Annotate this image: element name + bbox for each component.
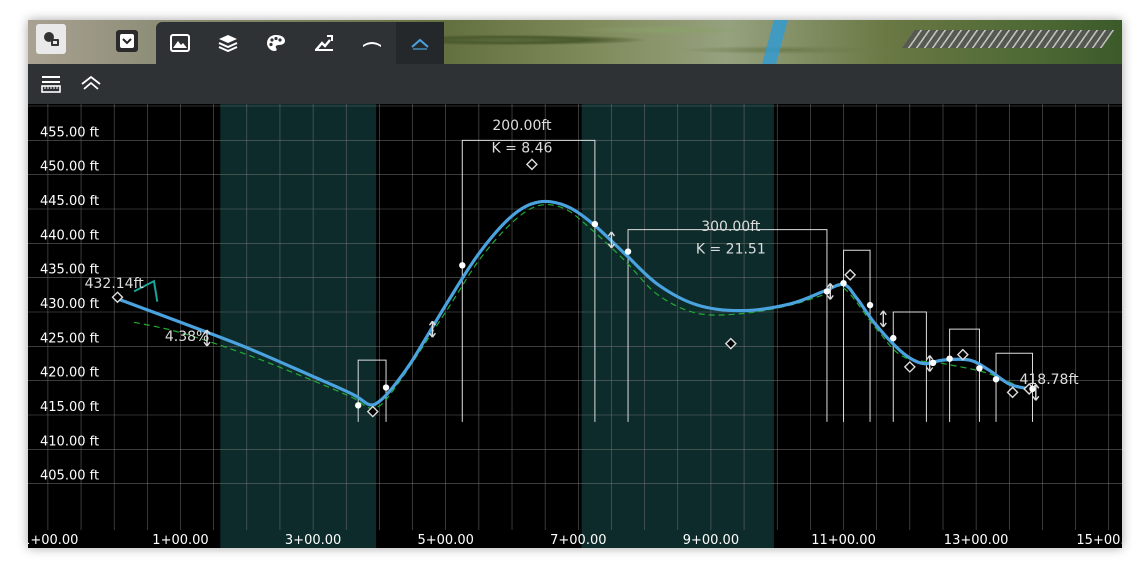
survey-tool-icon bbox=[315, 35, 333, 51]
tab-road-segment[interactable] bbox=[348, 22, 396, 64]
y-tick-label: 420.00 ft bbox=[40, 366, 99, 381]
profile-node[interactable] bbox=[992, 376, 1000, 383]
tab-palette[interactable] bbox=[252, 22, 300, 64]
x-tick-label: 9+00.00 bbox=[683, 533, 739, 548]
profile-annotation: 432.14ft bbox=[85, 276, 145, 292]
y-tick-label: 425.00 ft bbox=[40, 331, 99, 346]
y-tick-label: 455.00 ft bbox=[40, 125, 99, 140]
curve-bracket bbox=[949, 328, 980, 422]
profile-node[interactable] bbox=[624, 248, 632, 255]
profile-annotation: 200.00ft bbox=[492, 118, 552, 134]
profile-subtoolbar bbox=[28, 64, 1122, 104]
profile-node[interactable] bbox=[459, 262, 466, 269]
profile-node[interactable] bbox=[890, 334, 897, 342]
profile-node[interactable] bbox=[946, 355, 953, 362]
curve-bracket bbox=[461, 139, 596, 422]
profile-annotation: 418.78ft bbox=[1019, 372, 1079, 388]
app-window: 405.00 ft 410.00 ft 415.00 ft 420.00 ft 425.… bbox=[28, 20, 1122, 548]
tab-terrain[interactable] bbox=[156, 22, 204, 64]
x-tick-label: 7+00.00 bbox=[550, 533, 606, 548]
profile-node[interactable] bbox=[840, 279, 847, 287]
x-tick-label: 5+00.00 bbox=[418, 533, 474, 548]
x-tick-label: 15+00.00 bbox=[1076, 533, 1122, 548]
terrain-icon bbox=[170, 34, 190, 52]
y-tick-label: 430.00 ft bbox=[40, 297, 99, 312]
map-railway bbox=[901, 30, 1115, 48]
chevron-down-icon bbox=[120, 34, 134, 48]
profile-icon bbox=[411, 38, 429, 50]
y-tick-label: 415.00 ft bbox=[40, 400, 99, 415]
profile-node[interactable] bbox=[823, 288, 831, 295]
curve-band-0 bbox=[220, 104, 377, 548]
tab-survey-tool[interactable] bbox=[300, 22, 348, 64]
locate-button[interactable] bbox=[36, 24, 66, 54]
profile-node[interactable] bbox=[591, 220, 599, 228]
road-segment-icon bbox=[363, 42, 381, 47]
y-tick-label: 410.00 ft bbox=[40, 434, 99, 449]
offset-curves-icon bbox=[81, 75, 101, 90]
x-tick-label: 11+00.00 bbox=[811, 533, 876, 548]
profile-annotation: K = 21.51 bbox=[696, 242, 766, 258]
locate-icon bbox=[44, 32, 59, 46]
toolbar-tabs bbox=[156, 22, 444, 64]
profile-node[interactable] bbox=[976, 365, 983, 372]
pvi-vertex[interactable] bbox=[525, 158, 538, 171]
layers-icon bbox=[218, 35, 238, 52]
profile-chart[interactable]: 405.00 ft 410.00 ft 415.00 ft 420.00 ft 425.… bbox=[28, 104, 1122, 548]
pvi-vertex[interactable] bbox=[844, 268, 857, 281]
x-tick-label: 1+00.00 bbox=[152, 533, 208, 548]
profile-annotation: 4.38% bbox=[165, 329, 209, 345]
profile-node[interactable] bbox=[382, 384, 390, 391]
y-tick-label: 460.00 ft bbox=[40, 104, 99, 106]
tab-profile[interactable] bbox=[396, 22, 444, 64]
pvi-vertex[interactable] bbox=[903, 360, 916, 373]
palette-icon bbox=[267, 35, 285, 51]
section-view-button[interactable] bbox=[34, 67, 68, 101]
map-river bbox=[762, 20, 788, 64]
x-tick-label: 13+00.00 bbox=[944, 533, 1009, 548]
section-view-icon bbox=[41, 76, 61, 93]
profile-chart-svg[interactable]: 405.00 ft 410.00 ft 415.00 ft 420.00 ft 425.… bbox=[28, 104, 1122, 548]
profile-node[interactable] bbox=[929, 359, 937, 367]
satellite-map-strip[interactable] bbox=[28, 20, 1122, 64]
profile-annotation: K = 8.46 bbox=[491, 141, 552, 157]
collapse-button[interactable] bbox=[116, 30, 138, 52]
tab-layers[interactable] bbox=[204, 22, 252, 64]
y-tick-label: 440.00 ft bbox=[40, 228, 99, 243]
y-tick-label: 445.00 ft bbox=[40, 194, 99, 209]
x-tick-label: 3+00.00 bbox=[285, 533, 341, 548]
offset-curves-button[interactable] bbox=[74, 67, 108, 101]
y-tick-label: 450.00 ft bbox=[40, 160, 99, 175]
y-tick-label: 405.00 ft bbox=[40, 469, 99, 484]
drag-arrow-icon[interactable] bbox=[879, 310, 887, 328]
x-tick-label: -1+00.00 bbox=[28, 533, 78, 548]
profile-node[interactable] bbox=[354, 402, 362, 409]
profile-annotation: 300.00ft bbox=[701, 219, 761, 235]
profile-node[interactable] bbox=[866, 301, 874, 309]
